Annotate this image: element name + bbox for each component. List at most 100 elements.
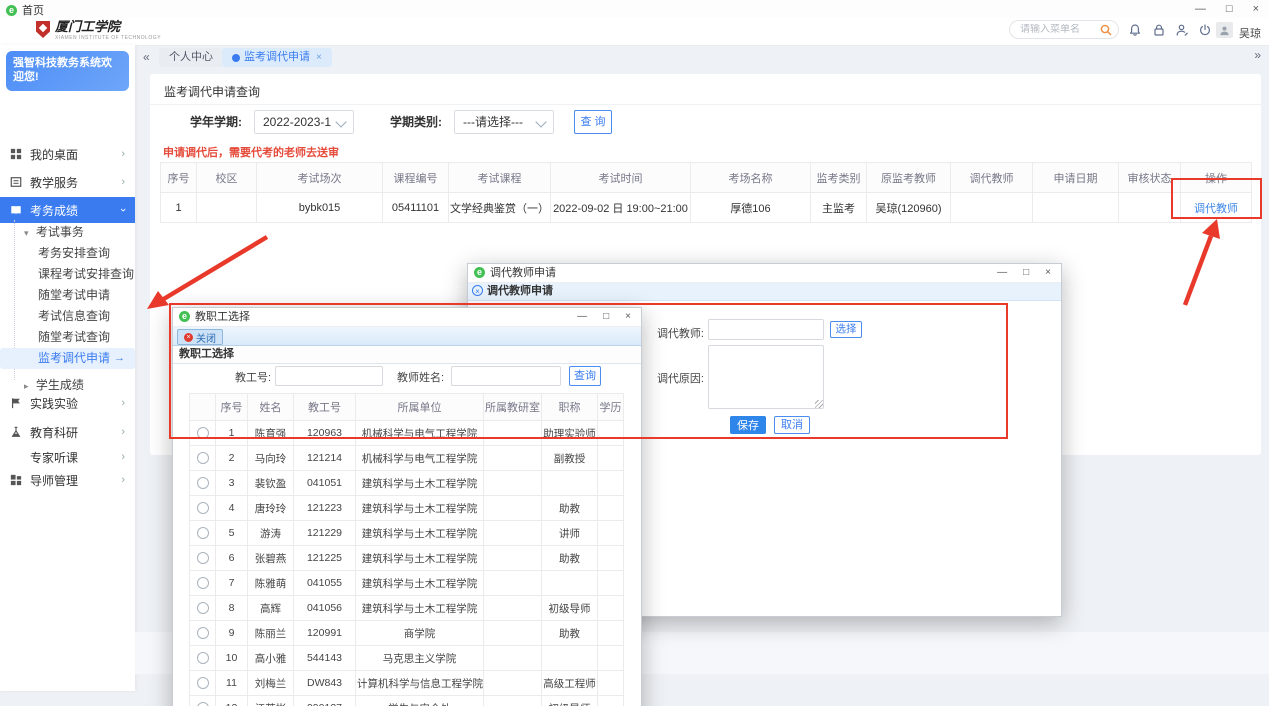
window-maximize-button[interactable]: □	[1226, 0, 1233, 18]
staff-row[interactable]: 4 唐玲玲 121223 建筑科学与土木工程学院 助教	[190, 496, 624, 521]
close-toolbar-button[interactable]: × 关闭	[177, 329, 223, 345]
close-tab-icon[interactable]: ×	[472, 285, 483, 296]
query-button[interactable]: 查 询	[574, 110, 612, 134]
sidebar-item-exam-arrangement-query[interactable]: 考务安排查询	[0, 243, 135, 264]
staff-id-input[interactable]	[275, 366, 383, 386]
cell-name: 陈雅萌	[248, 571, 294, 596]
bell-icon[interactable]	[1128, 23, 1142, 37]
cell-name: 裴钦盈	[248, 471, 294, 496]
window-minimize-button[interactable]: —	[1195, 0, 1206, 18]
radio-button[interactable]	[197, 452, 209, 464]
cell-degree	[598, 621, 624, 646]
search-icon[interactable]	[1100, 24, 1112, 36]
substitute-teacher-input[interactable]	[708, 319, 824, 340]
staff-row[interactable]: 6 张碧燕 121225 建筑科学与土木工程学院 助教	[190, 546, 624, 571]
dialog-minimize-button[interactable]: —	[997, 264, 1007, 282]
sidebar-item-my-desktop[interactable]: 我的桌面 ›	[0, 141, 135, 167]
radio-button[interactable]	[197, 577, 209, 589]
radio-button[interactable]	[197, 427, 209, 439]
staff-row[interactable]: 5 游涛 121229 建筑科学与土木工程学院 讲师	[190, 521, 624, 546]
dialog-tab-label: 调代教师申请	[487, 283, 553, 300]
power-icon[interactable]	[1198, 23, 1212, 37]
staff-name-input[interactable]	[451, 366, 561, 386]
dialog-maximize-button[interactable]: □	[603, 308, 609, 326]
dialog-close-button[interactable]: ×	[625, 308, 631, 326]
radio-button[interactable]	[197, 702, 209, 706]
radio-button[interactable]	[197, 602, 209, 614]
cell-degree	[598, 646, 624, 671]
sidebar-item-education-research[interactable]: 教育科研 ›	[0, 419, 135, 445]
dialog-minimize-button[interactable]: —	[577, 308, 587, 326]
radio-button[interactable]	[197, 552, 209, 564]
cell-title	[542, 646, 598, 671]
sidebar-item-class-exam-query[interactable]: 随堂考试查询	[0, 327, 135, 348]
cell-degree	[598, 521, 624, 546]
cell-title: 助教	[542, 546, 598, 571]
dialog-maximize-button[interactable]: □	[1023, 264, 1029, 282]
tab-invigilation-substitute[interactable]: 监考调代申请 ×	[222, 48, 332, 67]
sidebar-item-mentor-management[interactable]: 导师管理 ›	[0, 467, 135, 493]
cancel-button[interactable]: 取消	[774, 416, 810, 434]
cell-index: 10	[216, 646, 248, 671]
avatar[interactable]	[1216, 22, 1233, 38]
radio-button[interactable]	[197, 627, 209, 639]
cell-office	[484, 521, 542, 546]
term-select[interactable]: 2022-2023-1	[254, 110, 354, 134]
menu-search-input[interactable]	[1010, 24, 1100, 35]
radio-button[interactable]	[197, 527, 209, 539]
dialog-title: 调代教师申请	[490, 264, 556, 282]
tab-personal-center[interactable]: 个人中心	[159, 48, 223, 67]
staff-query-button[interactable]: 查询	[569, 366, 601, 386]
cell-unit: 建筑科学与土木工程学院	[356, 521, 484, 546]
staff-row[interactable]: 10 高小雅 544143 马克思主义学院	[190, 646, 624, 671]
staff-row[interactable]: 1 陈育强 120963 机械科学与电气工程学院 助理实验师	[190, 421, 624, 446]
user-name[interactable]: 吴琼	[1239, 25, 1261, 41]
menu-search	[1009, 20, 1119, 39]
sidebar-item-teaching-services[interactable]: 教学服务 ›	[0, 169, 135, 195]
arrow-right-icon: →	[114, 348, 125, 369]
sidebar-item-exam-scores[interactable]: 考务成绩 ›	[0, 197, 135, 223]
sidebar-collapse-toggle[interactable]: «	[143, 50, 150, 64]
cell-index: 1	[161, 193, 197, 223]
sidebar-item-practice-experiment[interactable]: 实践实验 ›	[0, 390, 135, 416]
dialog-titlebar: e 调代教师申请 — □ ×	[468, 264, 1061, 283]
staff-row[interactable]: 9 陈丽兰 120991 商学院 助教	[190, 621, 624, 646]
sidebar-item-course-exam-arrangement-query[interactable]: 课程考试安排查询	[0, 264, 135, 285]
staff-row[interactable]: 2 马向玲 121214 机械科学与电气工程学院 副教授	[190, 446, 624, 471]
dialog-close-button[interactable]: ×	[1045, 264, 1051, 282]
staff-row[interactable]: 7 陈雅萌 041055 建筑科学与土木工程学院	[190, 571, 624, 596]
sidebar-item-class-exam-application[interactable]: 随堂考试申请	[0, 285, 135, 306]
lock-icon[interactable]	[1152, 23, 1166, 37]
cell-radio	[190, 496, 216, 521]
chevron-right-icon: ›	[121, 397, 125, 409]
staff-row[interactable]: 11 刘梅兰 DW843 计算机科学与信息工程学院 高级工程师	[190, 671, 624, 696]
type-select[interactable]: ---请选择---	[454, 110, 554, 134]
tree-node-exam-affairs[interactable]: ▾ 考试事务	[0, 221, 135, 243]
radio-button[interactable]	[197, 502, 209, 514]
substitute-teacher-link[interactable]: 调代教师	[1194, 203, 1238, 215]
column-header: 校区	[197, 163, 257, 193]
sidebar-item-exam-info-query[interactable]: 考试信息查询	[0, 306, 135, 327]
save-button[interactable]: 保存	[730, 416, 766, 434]
radio-button[interactable]	[197, 652, 209, 664]
sidebar-item-invigilation-substitute-application[interactable]: 监考调代申请 →	[0, 348, 135, 369]
substitute-reason-textarea[interactable]	[708, 345, 824, 409]
window-close-button[interactable]: ×	[1253, 0, 1259, 18]
cell-name: 刘梅兰	[248, 671, 294, 696]
radio-button[interactable]	[197, 477, 209, 489]
desktop-grid-icon	[10, 148, 22, 160]
dialog-title: 教职工选择	[195, 308, 250, 326]
staff-row[interactable]: 8 高辉 041056 建筑科学与土木工程学院 初级导师	[190, 596, 624, 621]
section-title: 教职工选择	[173, 346, 641, 364]
tabstrip-expand-toggle[interactable]: »	[1254, 48, 1261, 62]
staff-row[interactable]: 3 裴钦盈 041051 建筑科学与土木工程学院	[190, 471, 624, 496]
tab-close-icon[interactable]: ×	[316, 48, 322, 67]
radio-button[interactable]	[197, 677, 209, 689]
app-window: e 首页 — □ × 厦门工学院 XIAMEN INSTITUTE OF TEC…	[0, 0, 1269, 706]
home-page-tab[interactable]: e 首页	[6, 2, 44, 18]
cell-office	[484, 421, 542, 446]
user-edit-icon[interactable]	[1175, 23, 1189, 37]
select-teacher-button[interactable]: 选择	[830, 321, 862, 338]
cell-degree	[598, 671, 624, 696]
staff-row[interactable]: 12 江芳彬 990127 学生与安全处 初级导师	[190, 696, 624, 706]
